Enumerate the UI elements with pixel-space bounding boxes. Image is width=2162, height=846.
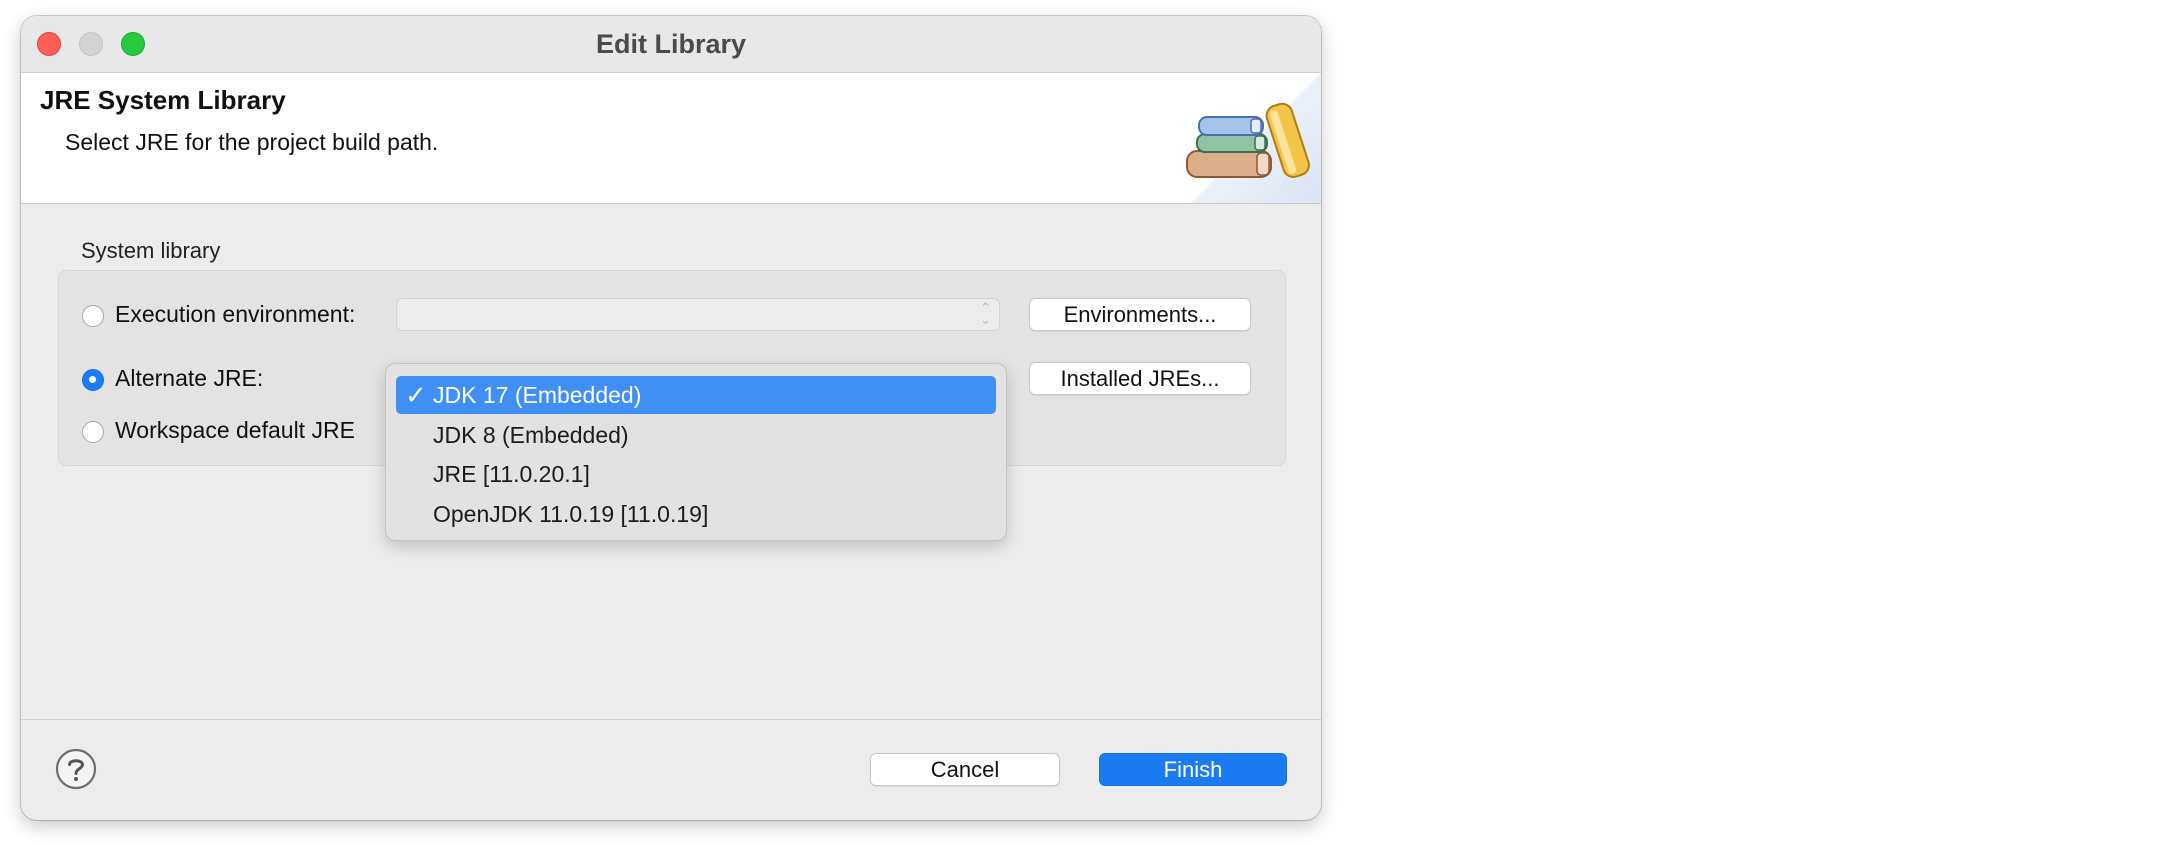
select-arrows-icon: ⌃ ⌄ — [980, 300, 991, 327]
title-bar: Edit Library — [21, 16, 1321, 73]
finish-button[interactable]: Finish — [1099, 753, 1287, 786]
alternate-jre-radio[interactable] — [82, 369, 104, 391]
installed-jres-button[interactable]: Installed JREs... — [1029, 362, 1251, 395]
alternate-jre-dropdown-menu: ✓ JDK 17 (Embedded) JDK 8 (Embedded) JRE… — [385, 363, 1007, 541]
jre-option-label: JDK 8 (Embedded) — [433, 422, 629, 448]
cancel-button[interactable]: Cancel — [870, 753, 1060, 786]
library-books-icon — [1186, 73, 1321, 203]
jre-option-openjdk11[interactable]: OpenJDK 11.0.19 [11.0.19] — [396, 495, 996, 533]
jre-option-jre11[interactable]: JRE [11.0.20.1] — [396, 455, 996, 493]
execution-environment-label: Execution environment: — [115, 301, 356, 327]
screen: Edit Library JRE System Library Select J… — [0, 0, 2162, 846]
execution-environment-radio[interactable] — [82, 305, 104, 327]
banner-title: JRE System Library — [40, 85, 286, 115]
alternate-jre-label: Alternate JRE: — [115, 365, 264, 391]
jre-option-label: JRE [11.0.20.1] — [433, 461, 590, 487]
edit-library-dialog: Edit Library JRE System Library Select J… — [21, 16, 1321, 820]
jre-option-jdk17[interactable]: ✓ JDK 17 (Embedded) — [396, 376, 996, 414]
jre-option-label: OpenJDK 11.0.19 [11.0.19] — [433, 501, 709, 527]
dialog-banner: JRE System Library Select JRE for the pr… — [21, 73, 1321, 204]
jre-option-label: JDK 17 (Embedded) — [433, 382, 642, 408]
question-mark-circle-icon[interactable] — [55, 748, 97, 790]
system-library-group-label: System library — [81, 238, 221, 263]
workspace-default-jre-radio[interactable] — [82, 421, 104, 443]
execution-environment-select[interactable]: ⌃ ⌄ — [396, 298, 1000, 331]
window-title: Edit Library — [595, 29, 747, 59]
jre-option-jdk8[interactable]: JDK 8 (Embedded) — [396, 416, 996, 454]
footer-separator — [21, 719, 1321, 720]
checkmark-icon: ✓ — [405, 380, 427, 410]
workspace-default-jre-label: Workspace default JRE — [115, 417, 355, 443]
banner-description: Select JRE for the project build path. — [65, 129, 439, 155]
environments-button[interactable]: Environments... — [1029, 298, 1251, 331]
